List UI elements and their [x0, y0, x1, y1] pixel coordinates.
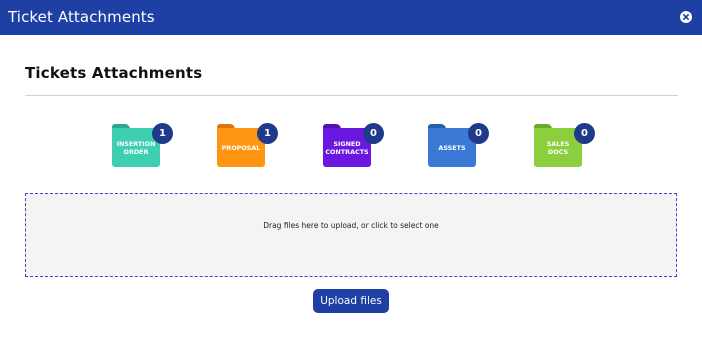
count-badge: 0	[468, 123, 489, 144]
close-icon-glyph	[682, 13, 689, 20]
count-badge: 1	[152, 123, 173, 144]
count-badge: 0	[574, 123, 595, 144]
file-dropzone[interactable]: Drag files here to upload, or click to s…	[25, 193, 677, 277]
divider	[25, 95, 678, 96]
folder-assets[interactable]: ASSETS 0	[428, 123, 489, 167]
upload-files-button[interactable]: Upload files	[313, 289, 389, 313]
count-badge: 0	[363, 123, 384, 144]
modal-header: Ticket Attachments	[0, 0, 702, 35]
modal-title: Ticket Attachments	[8, 8, 155, 26]
folder-insertion-order[interactable]: INSERTION ORDER 1	[112, 123, 173, 167]
count-badge: 1	[257, 123, 278, 144]
folder-sales-docs[interactable]: SALES DOCS 0	[534, 123, 595, 167]
folder-signed-contracts[interactable]: SIGNED CONTRACTS 0	[323, 123, 384, 167]
ticket-attachments-modal: Ticket Attachments Tickets Attachments I…	[0, 0, 702, 346]
folder-proposal[interactable]: PROPOSAL 1	[217, 123, 278, 167]
section-title: Tickets Attachments	[25, 64, 203, 82]
close-icon[interactable]	[680, 11, 692, 23]
dropzone-hint: Drag files here to upload, or click to s…	[263, 221, 439, 230]
